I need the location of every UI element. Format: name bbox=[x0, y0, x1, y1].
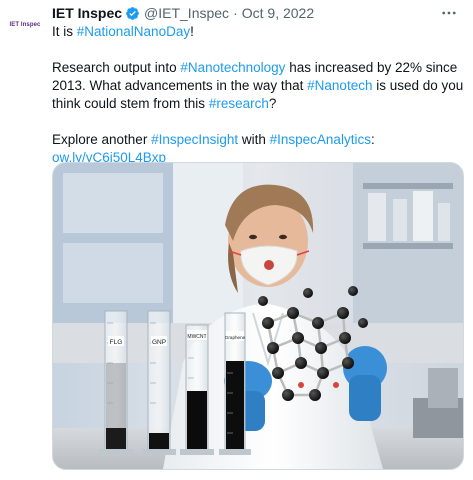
text-segment: with bbox=[238, 132, 270, 147]
separator-dot: · bbox=[233, 5, 238, 21]
tweet-photo[interactable]: FLG GNP MWCNT Graphene bbox=[52, 162, 464, 470]
verified-badge-icon bbox=[125, 6, 140, 21]
text-segment: Research output into bbox=[52, 60, 181, 75]
cylinder-label-graphene: Graphene bbox=[225, 335, 246, 340]
text-segment: Explore another bbox=[52, 132, 152, 147]
hashtag-link[interactable]: #NationalNanoDay bbox=[77, 24, 190, 39]
cylinder-label-flg: FLG bbox=[110, 339, 123, 346]
hashtag-link[interactable]: #Nanotech bbox=[307, 78, 372, 93]
hashtag-link[interactable]: #research bbox=[209, 96, 269, 111]
tweet-paragraph-2: Research output into #Nanotechnology has… bbox=[52, 59, 467, 113]
hashtag-link[interactable]: #InspecInsight bbox=[151, 132, 238, 147]
more-options-icon[interactable] bbox=[439, 3, 459, 23]
tweet-text: It is #NationalNanoDay! Research output … bbox=[52, 23, 467, 167]
avatar[interactable]: IET Inspec bbox=[6, 6, 44, 44]
text-segment: ? bbox=[268, 96, 277, 111]
lab-photo-illustration: FLG GNP MWCNT Graphene bbox=[53, 163, 463, 469]
hashtag-link[interactable]: #InspecAnalytics bbox=[270, 132, 371, 147]
cylinder-label-gnp: GNP bbox=[152, 339, 166, 346]
hashtag-link[interactable]: #Nanotechnology bbox=[180, 60, 285, 75]
display-name[interactable]: IET Inspec bbox=[52, 3, 122, 23]
text-segment: ! bbox=[190, 24, 194, 39]
tweet-timestamp[interactable]: Oct 9, 2022 bbox=[242, 3, 314, 23]
user-handle[interactable]: @IET_Inspec bbox=[144, 3, 229, 23]
text-segment: : bbox=[370, 132, 375, 147]
tweet-header: IET Inspec @IET_Inspec · Oct 9, 2022 bbox=[52, 3, 459, 23]
avatar-logo-text: IET Inspec bbox=[9, 22, 41, 28]
text-segment: It is bbox=[52, 24, 77, 39]
cylinder-label-mwcnt: MWCNT bbox=[187, 334, 206, 340]
tweet-paragraph-1: It is #NationalNanoDay! bbox=[52, 23, 467, 41]
